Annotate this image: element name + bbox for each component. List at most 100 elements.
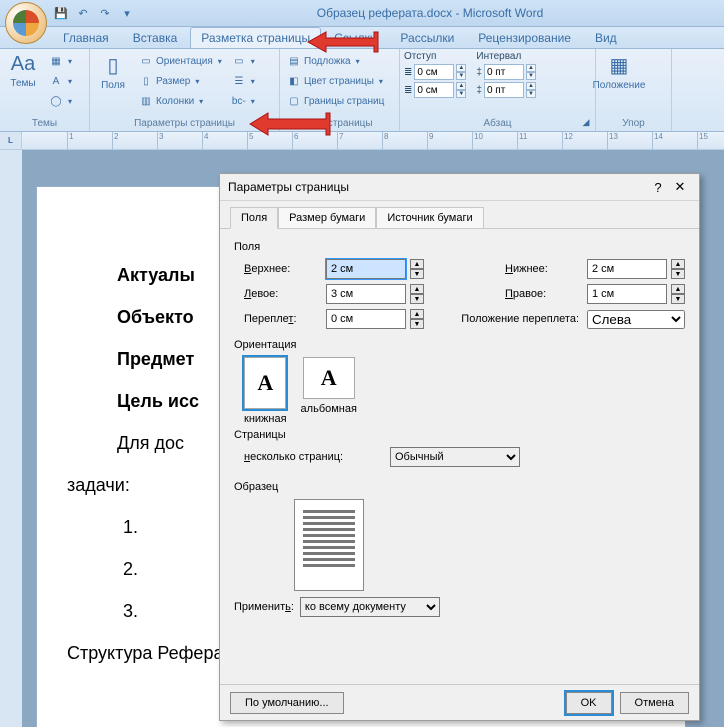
default-button[interactable]: По умолчанию... — [230, 692, 344, 714]
spin-up[interactable]: ▲ — [410, 284, 424, 294]
tab-page-layout[interactable]: Разметка страницы — [190, 27, 321, 48]
spin-up[interactable]: ▲ — [526, 64, 536, 72]
theme-fonts-button[interactable]: A — [46, 72, 75, 91]
indent-left-icon: ≣ — [404, 67, 412, 78]
tab-insert[interactable]: Вставка — [122, 27, 189, 48]
hyphenation-button[interactable]: bc‐ — [229, 92, 258, 111]
theme-effects-button[interactable]: ◯ — [46, 92, 75, 111]
spin-down[interactable]: ▼ — [410, 269, 424, 279]
indent-right-icon: ≣ — [404, 85, 412, 96]
spin-down[interactable]: ▼ — [456, 90, 466, 98]
page-setup-launcher[interactable]: ◢ — [263, 115, 277, 129]
close-button[interactable]: ✕ — [669, 179, 691, 195]
qat-undo-icon[interactable]: ↶ — [74, 4, 92, 22]
horizontal-ruler[interactable]: L 123456789101112131415 — [0, 132, 724, 150]
spacing-after-input[interactable] — [484, 82, 524, 98]
spin-up[interactable]: ▲ — [410, 259, 424, 269]
ruler-corner[interactable]: L — [0, 132, 22, 149]
ok-button[interactable]: OK — [566, 692, 612, 714]
watermark-button[interactable]: ▤Подложка — [284, 52, 387, 71]
tab-review[interactable]: Рецензирование — [467, 27, 582, 48]
spacing-after-icon: ‡ — [476, 85, 482, 96]
qat-redo-icon[interactable]: ↷ — [96, 4, 114, 22]
margins-button[interactable]: ▯ Поля — [94, 51, 132, 118]
tab-view[interactable]: Вид — [584, 27, 628, 48]
qat-customize-icon[interactable]: ▾ — [118, 4, 136, 22]
dialog-tab-paper[interactable]: Размер бумаги — [278, 207, 376, 229]
gutter-input[interactable] — [326, 309, 406, 329]
orientation-landscape[interactable]: A альбомная — [301, 357, 357, 425]
gutter-pos-select[interactable]: Слева — [587, 310, 685, 329]
apply-to-select[interactable]: ко всему документу — [300, 597, 440, 617]
top-margin-input[interactable] — [326, 259, 406, 279]
dialog-tab-source[interactable]: Источник бумаги — [376, 207, 483, 229]
tab-home[interactable]: Главная — [52, 27, 120, 48]
cancel-button[interactable]: Отмена — [620, 692, 689, 714]
group-arrange-label: Упор — [600, 118, 667, 131]
vertical-ruler[interactable] — [0, 150, 22, 727]
spin-down[interactable]: ▼ — [671, 269, 685, 279]
spin-up[interactable]: ▲ — [456, 82, 466, 90]
page-color-button[interactable]: ◧Цвет страницы — [284, 72, 387, 91]
page-setup-dialog: Параметры страницы ? ✕ Поля Размер бумаг… — [219, 173, 700, 721]
dialog-title: Параметры страницы — [228, 180, 647, 194]
spin-up[interactable]: ▲ — [526, 82, 536, 90]
position-button[interactable]: ▦ Положение — [600, 51, 638, 118]
theme-colors-button[interactable]: ▦ — [46, 52, 75, 71]
spin-down[interactable]: ▼ — [456, 72, 466, 80]
themes-icon: Aa — [11, 53, 35, 76]
group-page-bg-label: Фон страницы — [284, 118, 395, 131]
breaks-button[interactable]: ▭ — [229, 52, 258, 71]
margins-icon: ▯ — [107, 53, 118, 78]
spin-up[interactable]: ▲ — [671, 259, 685, 269]
office-button[interactable] — [5, 2, 47, 44]
tab-mailings[interactable]: Рассылки — [389, 27, 465, 48]
spin-down[interactable]: ▼ — [526, 72, 536, 80]
dialog-tab-margins[interactable]: Поля — [230, 207, 278, 229]
group-themes-label: Темы — [4, 118, 85, 131]
doc-line-5a: Для дос — [117, 425, 184, 461]
section-margins-label: Поля — [234, 241, 685, 253]
doc-line-4: Цель исс — [117, 391, 199, 411]
columns-button[interactable]: ▥Колонки — [136, 92, 225, 111]
themes-button[interactable]: Aa Темы — [4, 51, 42, 118]
bottom-margin-input[interactable] — [587, 259, 667, 279]
spin-down[interactable]: ▼ — [671, 294, 685, 304]
breaks-icon: ▭ — [232, 56, 246, 67]
multi-pages-select[interactable]: Обычный — [390, 447, 520, 467]
size-button[interactable]: ▯Размер — [136, 72, 225, 91]
indent-left-input[interactable] — [414, 64, 454, 80]
page-borders-button[interactable]: ▢Границы страниц — [284, 92, 387, 111]
qat-save-icon[interactable]: 💾 — [52, 4, 70, 22]
right-margin-input[interactable] — [587, 284, 667, 304]
orientation-button[interactable]: ▭Ориентация — [136, 52, 225, 71]
indent-right-input[interactable] — [414, 82, 454, 98]
spacing-before-input[interactable] — [484, 64, 524, 80]
help-button[interactable]: ? — [647, 180, 669, 195]
orientation-portrait[interactable]: A книжная — [244, 357, 287, 425]
left-margin-input[interactable] — [326, 284, 406, 304]
section-orientation-label: Ориентация — [234, 339, 685, 351]
spin-down[interactable]: ▼ — [526, 90, 536, 98]
spin-down[interactable]: ▼ — [410, 319, 424, 329]
portrait-icon: A — [244, 357, 286, 409]
spin-up[interactable]: ▲ — [456, 64, 466, 72]
paragraph-launcher[interactable]: ◢ — [579, 115, 593, 129]
spin-up[interactable]: ▲ — [671, 284, 685, 294]
section-pages-label: Страницы — [234, 429, 685, 441]
doc-line-1: Актуалы — [117, 265, 195, 285]
orientation-icon: ▭ — [139, 56, 153, 67]
spin-up[interactable]: ▲ — [410, 309, 424, 319]
landscape-icon: A — [303, 357, 355, 399]
left-margin-label: Левое: — [244, 288, 322, 300]
line-numbers-button[interactable]: ☰ — [229, 72, 258, 91]
right-margin-label: Правое: — [505, 288, 583, 300]
tab-references[interactable]: Ссылки — [323, 27, 387, 48]
group-page-setup-label: Параметры страницы — [94, 118, 275, 131]
hyphenation-icon: bc‐ — [232, 96, 246, 107]
top-margin-label: Верхнее: — [244, 263, 322, 275]
watermark-icon: ▤ — [287, 56, 301, 67]
section-preview-label: Образец — [234, 481, 685, 493]
spin-down[interactable]: ▼ — [410, 294, 424, 304]
doc-line-2: Объекто — [117, 307, 194, 327]
